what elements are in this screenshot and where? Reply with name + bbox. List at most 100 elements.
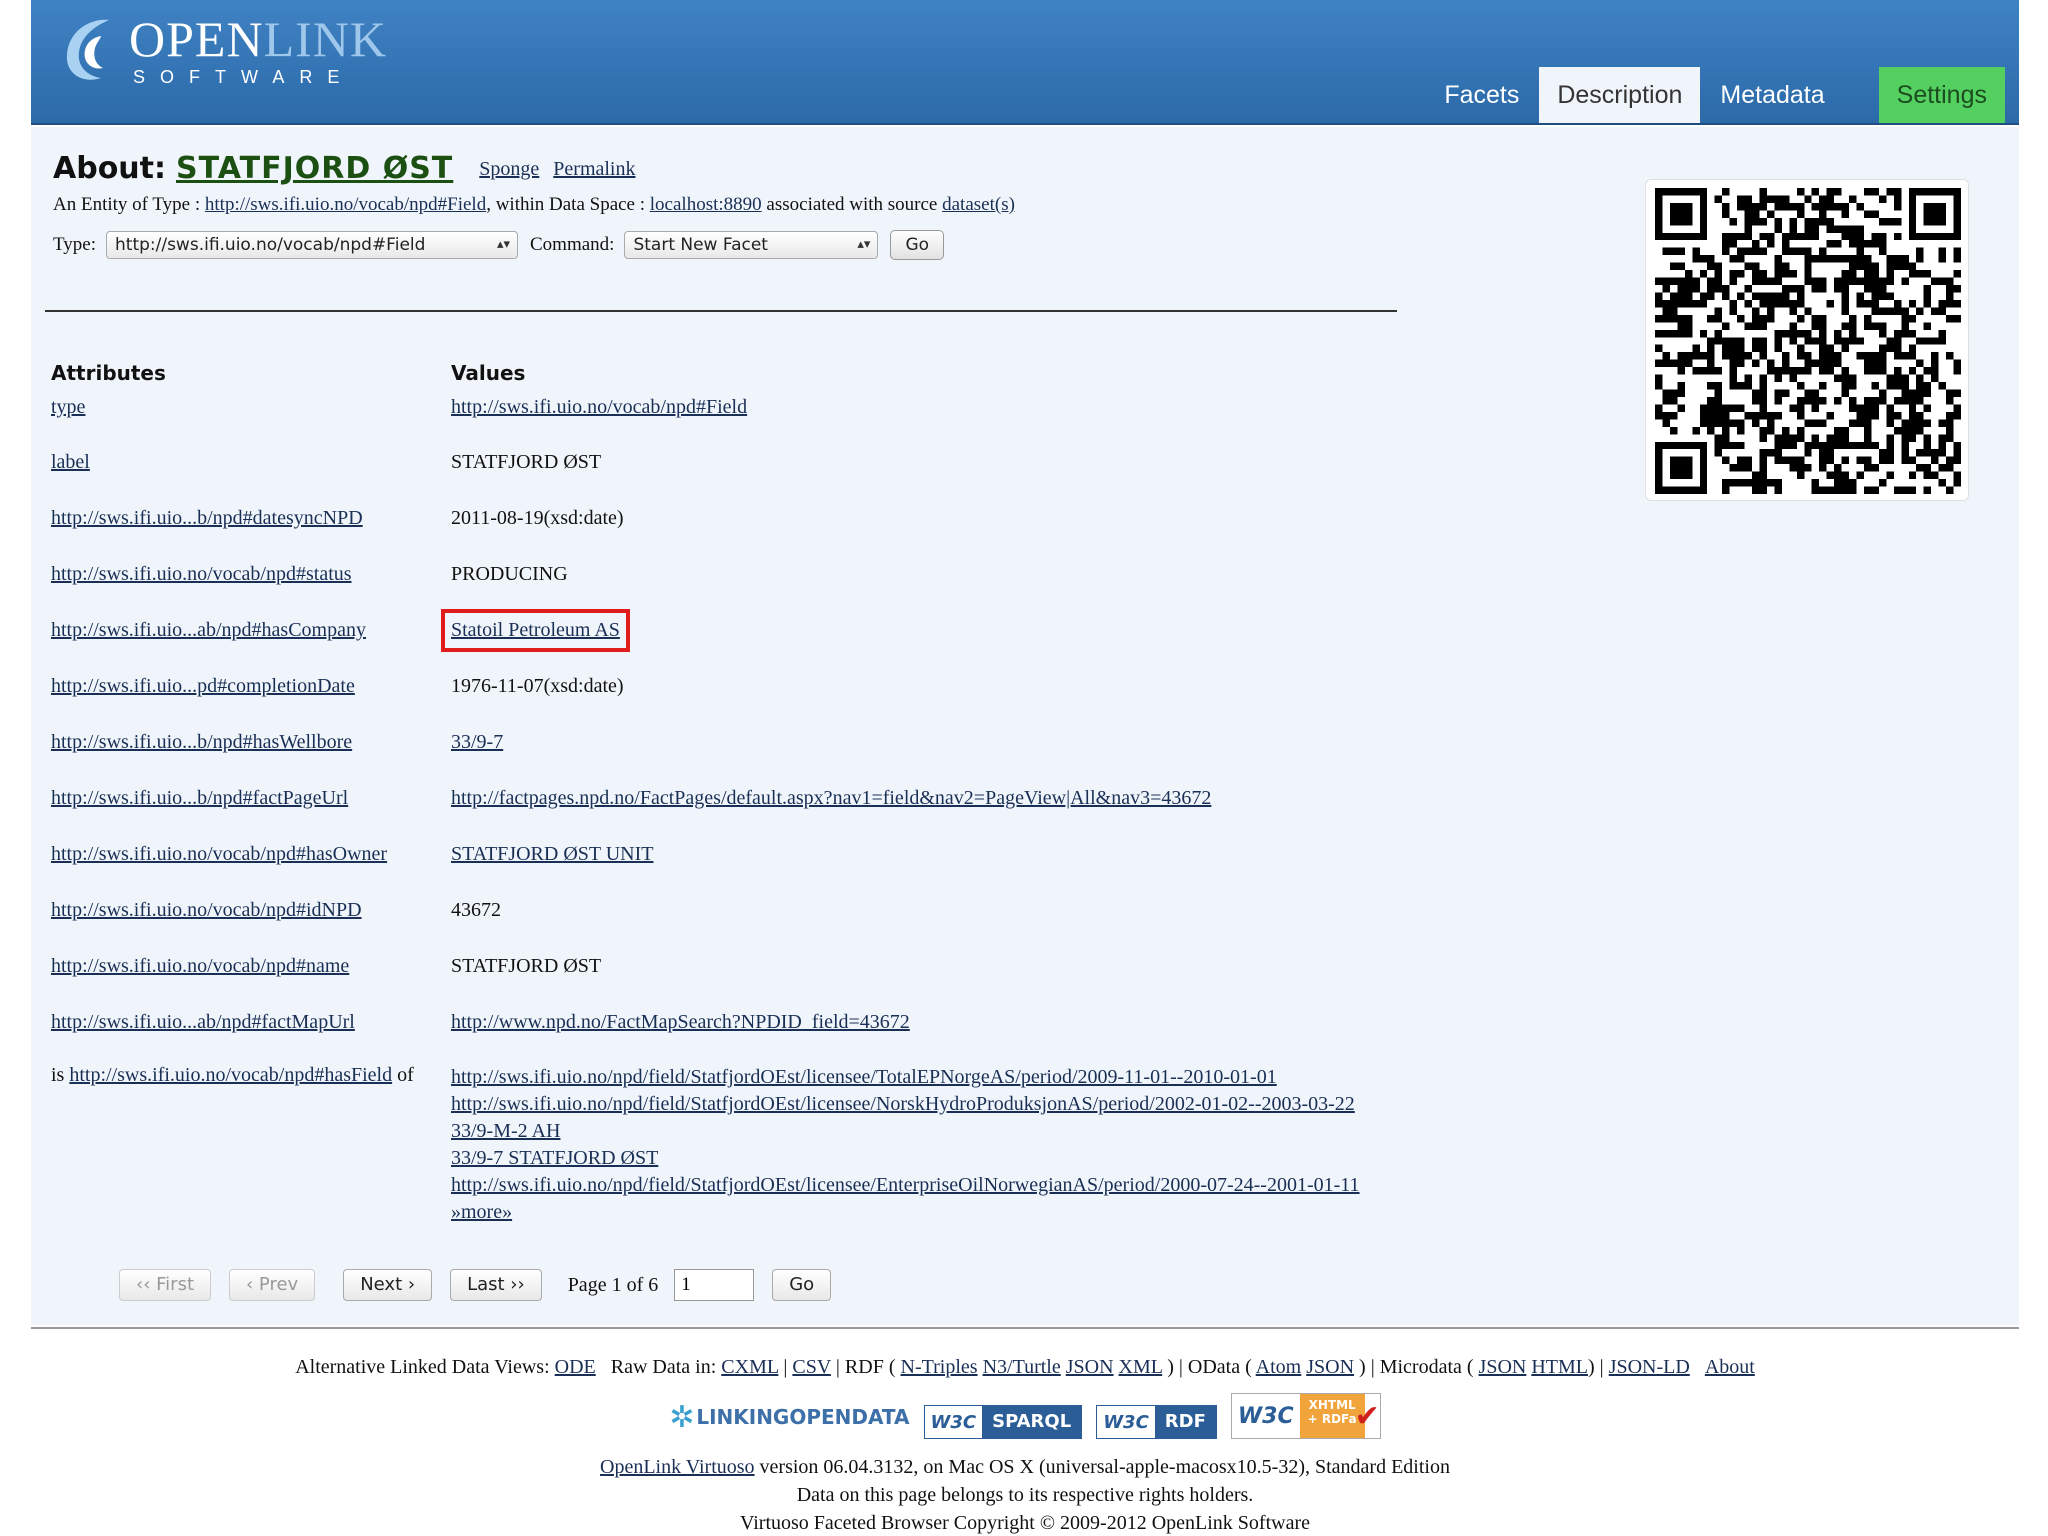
entity-type-line: An Entity of Type : http://sws.ifi.uio.n… bbox=[53, 194, 1015, 216]
inverse-value-link[interactable]: 33/9-M-2 AH bbox=[451, 1120, 560, 1142]
permalink-link[interactable]: Permalink bbox=[553, 158, 635, 180]
virtuoso-link[interactable]: OpenLink Virtuoso bbox=[600, 1456, 755, 1478]
table-row: http://sws.ifi.uio.no/vocab/npd#name STA… bbox=[51, 955, 1551, 985]
w3c-xhtml-rdfa-badge[interactable]: W3C XHTML + RDFa ✔ bbox=[1230, 1393, 1381, 1439]
attribute-link[interactable]: http://sws.ifi.uio...ab/npd#hasCompany bbox=[51, 619, 366, 642]
entity-mid: , within Data Space : bbox=[486, 194, 646, 215]
type-select[interactable]: http://sws.ifi.uio.no/vocab/npd#Field ▴▾ bbox=[106, 231, 518, 259]
qr-finder-pattern bbox=[1923, 202, 1947, 226]
dataset-link[interactable]: dataset(s) bbox=[942, 194, 1015, 215]
w3c-sparql-badge[interactable]: W3C SPARQL bbox=[923, 1405, 1083, 1439]
lod-star-icon: ✲ bbox=[669, 1399, 695, 1435]
entity-type-link[interactable]: http://sws.ifi.uio.no/vocab/npd#Field bbox=[205, 194, 486, 215]
n3turtle-link[interactable]: N3/Turtle bbox=[983, 1356, 1061, 1378]
rights-text: Data on this page belongs to its respect… bbox=[796, 1484, 1254, 1506]
badge-row: ✲ LINKINGOPENDATA W3C SPARQL W3C RDF W3C… bbox=[31, 1393, 2019, 1439]
openlink-swirl-icon bbox=[66, 19, 109, 80]
first-page-button[interactable]: ‹‹ First bbox=[119, 1269, 211, 1301]
select-updown-icon: ▴▾ bbox=[857, 237, 871, 252]
value-text: STATFJORD ØST bbox=[451, 955, 602, 977]
sponge-link[interactable]: Sponge bbox=[479, 158, 539, 180]
about-label: About: bbox=[53, 151, 166, 186]
attribute-link[interactable]: http://sws.ifi.uio...b/npd#factPageUrl bbox=[51, 787, 348, 810]
page-indicator: Page 1 of 6 bbox=[567, 1273, 659, 1296]
value-link[interactable]: 33/9-7 bbox=[451, 731, 503, 754]
command-select[interactable]: Start New Facet ▴▾ bbox=[624, 231, 879, 259]
attribute-link[interactable]: label bbox=[51, 451, 90, 474]
more-link[interactable]: »more» bbox=[451, 1201, 512, 1223]
qr-code-image bbox=[1655, 188, 1961, 494]
description-panel: About: STATFJORD ØST Sponge Permalink An… bbox=[31, 127, 2019, 1325]
microdata-json-link[interactable]: JSON bbox=[1479, 1356, 1527, 1378]
attribute-link[interactable]: http://sws.ifi.uio.no/vocab/npd#name bbox=[51, 955, 349, 978]
xml-link[interactable]: XML bbox=[1119, 1356, 1163, 1378]
logo-word-link: LINK bbox=[263, 11, 387, 67]
raw-data-label: Raw Data in: bbox=[610, 1356, 717, 1378]
w3c-text: W3C bbox=[1103, 1411, 1149, 1433]
tab-description[interactable]: Description bbox=[1539, 67, 1701, 123]
table-row: http://sws.ifi.uio...pd#completionDate 1… bbox=[51, 675, 1551, 705]
table-row: http://sws.ifi.uio...b/npd#hasWellbore 3… bbox=[51, 731, 1551, 761]
type-select-value: http://sws.ifi.uio.no/vocab/npd#Field bbox=[115, 235, 426, 255]
about-link[interactable]: About bbox=[1705, 1356, 1755, 1378]
type-label: Type: bbox=[53, 234, 96, 255]
value-link[interactable]: http://www.npd.no/FactMapSearch?NPDID_fi… bbox=[451, 1011, 910, 1034]
inverse-value-link[interactable]: http://sws.ifi.uio.no/npd/field/Statfjor… bbox=[451, 1174, 1360, 1196]
odata-json-link[interactable]: JSON bbox=[1306, 1356, 1354, 1378]
inverse-value-link[interactable]: 33/9-7 STATFJORD ØST bbox=[451, 1147, 658, 1169]
lod-text: LINKINGOPENDATA bbox=[696, 1405, 910, 1429]
attribute-link[interactable]: http://sws.ifi.uio...ab/npd#factMapUrl bbox=[51, 1011, 355, 1034]
qr-finder-pattern bbox=[1669, 456, 1693, 480]
page-go-button[interactable]: Go bbox=[772, 1269, 832, 1301]
openlink-logo[interactable]: OPENLINK SOFTWARE bbox=[61, 10, 386, 90]
atom-link[interactable]: Atom bbox=[1256, 1356, 1302, 1378]
table-row: http://sws.ifi.uio.no/vocab/npd#hasOwner… bbox=[51, 843, 1551, 873]
value-link[interactable]: http://factpages.npd.no/FactPages/defaul… bbox=[451, 787, 1211, 810]
tab-settings[interactable]: Settings bbox=[1878, 67, 2005, 123]
attribute-link[interactable]: http://sws.ifi.uio.no/vocab/npd#idNPD bbox=[51, 899, 362, 922]
inverse-attribute-link[interactable]: http://sws.ifi.uio.no/vocab/npd#hasField bbox=[69, 1064, 392, 1086]
qr-code bbox=[1645, 179, 1969, 501]
pagination: ‹‹ First ‹ Prev Next › Last ›› Page 1 of… bbox=[119, 1269, 849, 1301]
attribute-link[interactable]: http://sws.ifi.uio...b/npd#hasWellbore bbox=[51, 731, 352, 754]
tab-metadata[interactable]: Metadata bbox=[1702, 67, 1842, 123]
values-header: Values bbox=[451, 361, 526, 385]
alt-views-label: Alternative Linked Data Views: bbox=[295, 1356, 550, 1378]
cxml-link[interactable]: CXML bbox=[721, 1356, 778, 1378]
entity-title-link[interactable]: STATFJORD ØST bbox=[176, 151, 453, 186]
csv-link[interactable]: CSV bbox=[792, 1356, 831, 1378]
tab-facets[interactable]: Facets bbox=[1426, 67, 1537, 123]
value-link[interactable]: http://sws.ifi.uio.no/vocab/npd#Field bbox=[451, 396, 747, 419]
sparql-text: SPARQL bbox=[982, 1405, 1082, 1439]
attribute-link[interactable]: http://sws.ifi.uio...b/npd#datesyncNPD bbox=[51, 507, 363, 530]
inverse-value-link[interactable]: http://sws.ifi.uio.no/npd/field/Statfjor… bbox=[451, 1066, 1277, 1088]
attribute-link[interactable]: type bbox=[51, 396, 85, 419]
prev-page-button[interactable]: ‹ Prev bbox=[229, 1269, 316, 1301]
data-space-link[interactable]: localhost:8890 bbox=[650, 194, 762, 215]
footer-links: Alternative Linked Data Views: ODE Raw D… bbox=[295, 1356, 1755, 1378]
company-value-link-highlighted[interactable]: Statoil Petroleum AS bbox=[441, 609, 630, 652]
odata-label: ) | OData ( bbox=[1167, 1356, 1252, 1378]
linking-open-data-badge[interactable]: ✲ LINKINGOPENDATA bbox=[669, 1395, 909, 1439]
entity-prefix: An Entity of Type : bbox=[53, 194, 201, 215]
w3c-text: W3C bbox=[930, 1411, 977, 1433]
jsonld-link[interactable]: JSON-LD bbox=[1609, 1356, 1690, 1378]
ntriples-link[interactable]: N-Triples bbox=[901, 1356, 978, 1378]
inverse-value-link[interactable]: http://sws.ifi.uio.no/npd/field/Statfjor… bbox=[451, 1093, 1355, 1115]
value-link[interactable]: STATFJORD ØST UNIT bbox=[451, 843, 654, 866]
page-number-input[interactable] bbox=[674, 1269, 755, 1301]
table-row: http://sws.ifi.uio.no/vocab/npd#status P… bbox=[51, 563, 1551, 593]
w3c-rdf-badge[interactable]: W3C RDF bbox=[1096, 1405, 1217, 1439]
json-link[interactable]: JSON bbox=[1066, 1356, 1114, 1378]
attribute-link[interactable]: http://sws.ifi.uio.no/vocab/npd#status bbox=[51, 563, 352, 586]
microdata-html-link[interactable]: HTML bbox=[1531, 1356, 1588, 1378]
command-go-button[interactable]: Go bbox=[890, 230, 945, 260]
attribute-link[interactable]: http://sws.ifi.uio...pd#completionDate bbox=[51, 675, 355, 698]
microdata-label: ) | Microdata ( bbox=[1359, 1356, 1474, 1378]
inverse-relation-row: is http://sws.ifi.uio.no/vocab/npd#hasFi… bbox=[51, 1064, 1360, 1223]
ode-link[interactable]: ODE bbox=[555, 1356, 596, 1378]
attribute-link[interactable]: http://sws.ifi.uio.no/vocab/npd#hasOwner bbox=[51, 843, 387, 866]
value-text: 43672 bbox=[451, 899, 501, 921]
next-page-button[interactable]: Next › bbox=[343, 1269, 433, 1301]
last-page-button[interactable]: Last ›› bbox=[450, 1269, 542, 1301]
